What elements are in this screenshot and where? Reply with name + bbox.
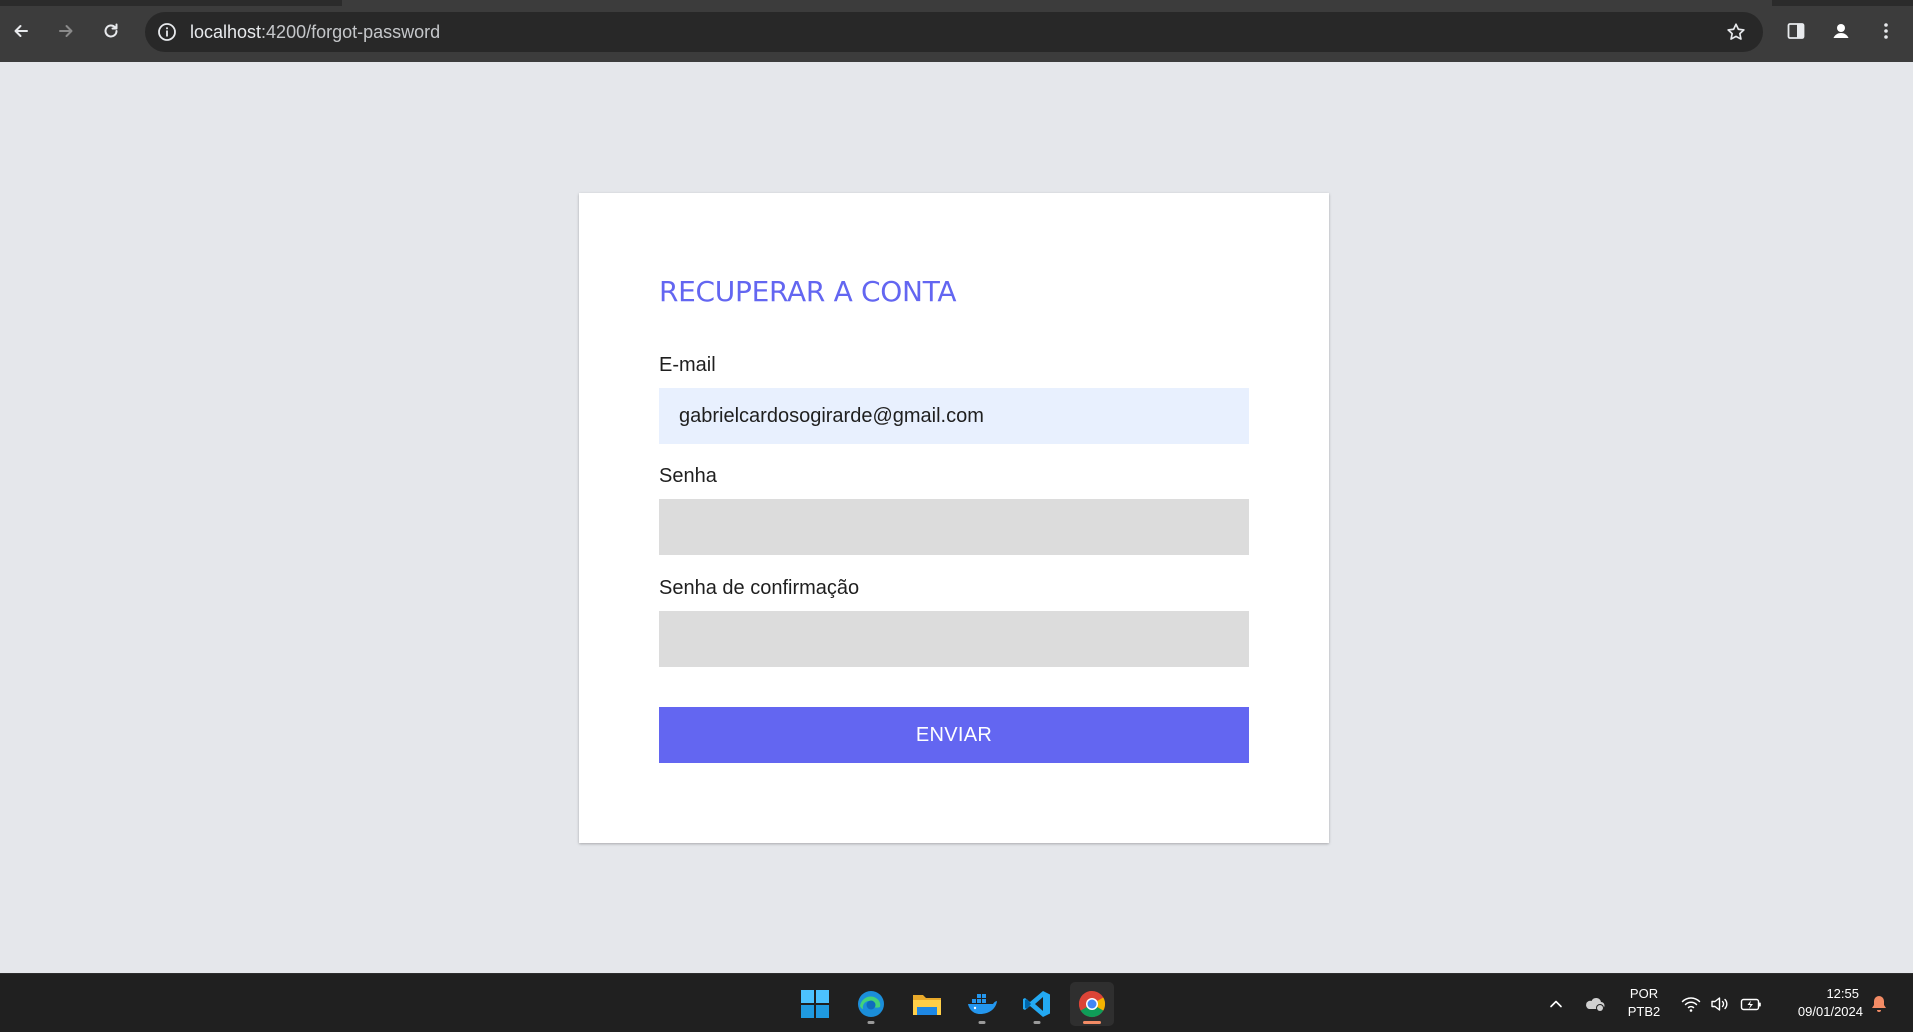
wifi-icon [1681,997,1701,1012]
page-title: RECUPERAR A CONTA [659,275,957,308]
keyboard-language-indicator[interactable]: POR PTB2 [1622,985,1666,1021]
docker-icon [968,994,997,1014]
active-indicator [1083,1021,1101,1024]
vscode-icon [1023,991,1050,1017]
email-field[interactable] [659,388,1249,444]
windows-start-icon [801,990,829,1018]
profile-button[interactable] [1827,17,1855,45]
confirm-password-label: Senha de confirmação [659,577,860,599]
active-tab[interactable] [342,0,1772,6]
windows-taskbar: POR PTB2 12:55 09/01/2024 [0,973,1913,1032]
wifi-button[interactable] [1680,993,1702,1015]
edge-icon [858,991,884,1017]
docker-taskbar-button[interactable] [960,982,1004,1026]
cloud-sync-icon [1586,997,1605,1012]
vscode-taskbar-button[interactable] [1015,982,1059,1026]
menu-button[interactable] [1872,17,1900,45]
notifications-button[interactable] [1868,993,1890,1015]
show-hidden-icons-button[interactable] [1545,993,1567,1015]
chevron-up-icon [1550,1000,1562,1008]
forward-arrow-icon [59,25,73,37]
file-explorer-icon [913,995,941,1015]
running-indicator [978,1021,986,1024]
url-host: localhost [190,22,262,42]
reload-icon [104,23,118,38]
language-code: POR [1629,986,1659,1001]
password-label: Senha [659,465,717,487]
browser-toolbar: localhost:4200/forgot-password [0,0,1913,62]
keyboard-layout: PTB2 [1627,1004,1661,1019]
running-indicator [1033,1021,1041,1024]
side-panel-button[interactable] [1782,17,1810,45]
url-path: :4200/forgot-password [261,22,441,42]
menu-dots-icon [1884,23,1888,39]
side-panel-icon [1787,23,1805,39]
profile-icon [1831,21,1851,41]
back-arrow-icon [14,25,28,37]
chrome-icon [1078,990,1106,1018]
clock[interactable]: 12:55 09/01/2024 [1777,985,1863,1021]
recover-account-card: RECUPERAR A CONTA E-mail Senha Senha de … [579,193,1329,843]
star-icon[interactable] [1725,21,1747,43]
password-field[interactable] [659,499,1249,555]
running-indicator [867,1021,875,1024]
start-button[interactable] [793,982,837,1026]
file-explorer-taskbar-button[interactable] [905,982,949,1026]
chrome-taskbar-button[interactable] [1070,982,1114,1026]
volume-button[interactable] [1709,993,1731,1015]
battery-button[interactable] [1740,993,1762,1015]
speaker-icon [1711,997,1728,1011]
edge-taskbar-button[interactable] [849,982,893,1026]
url-text[interactable]: localhost:4200/forgot-password [190,22,440,42]
tab-strip [0,0,1913,6]
bell-icon [1872,996,1886,1012]
address-bar[interactable]: localhost:4200/forgot-password [145,12,1763,52]
battery-charging-icon [1740,998,1761,1011]
confirm-password-field[interactable] [659,611,1249,667]
onedrive-button[interactable] [1584,993,1606,1015]
forward-button[interactable] [52,17,80,45]
email-label: E-mail [659,354,716,376]
back-button[interactable] [7,17,35,45]
reload-button[interactable] [97,17,125,45]
info-icon[interactable] [157,22,177,42]
submit-button[interactable]: ENVIAR [659,707,1249,763]
clock-time: 12:55 [1826,986,1859,1001]
clock-date: 09/01/2024 [1797,1004,1863,1019]
